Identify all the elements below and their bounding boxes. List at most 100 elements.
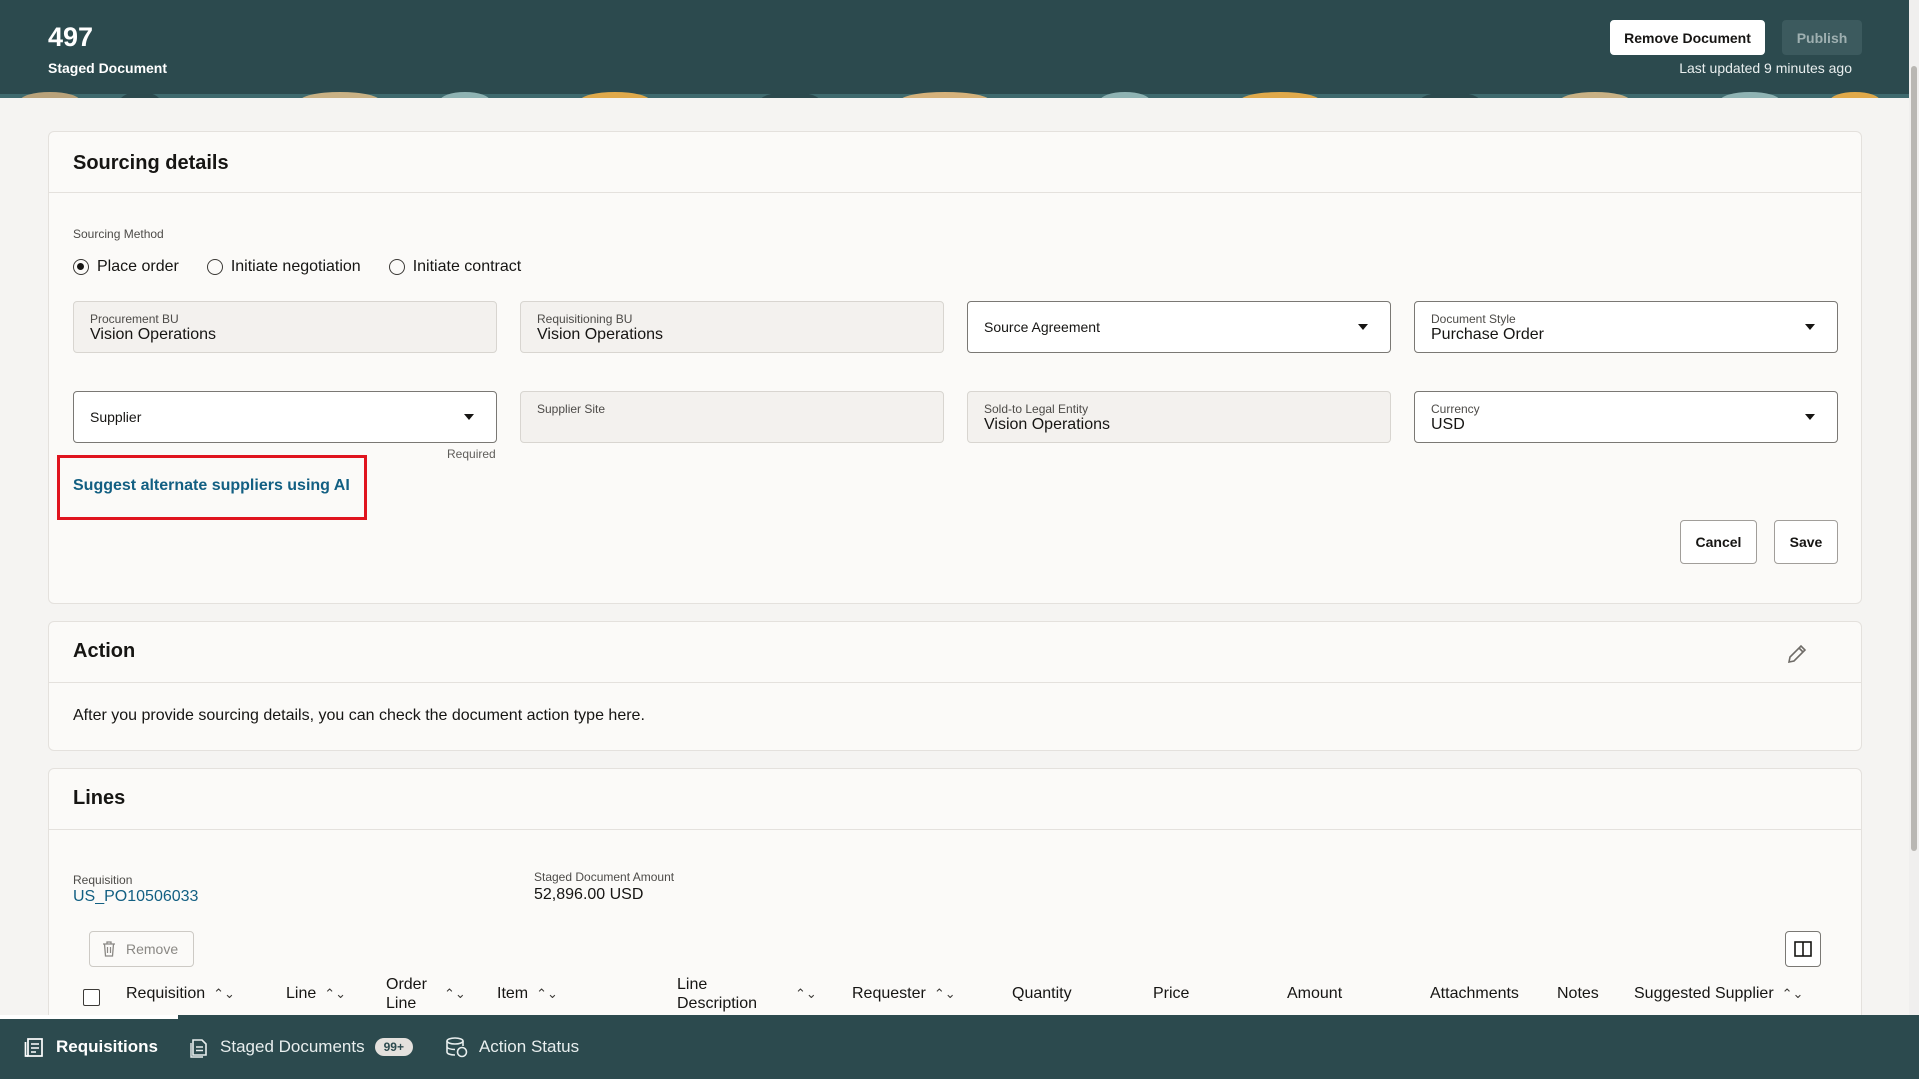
chevron-down-icon bbox=[1805, 414, 1815, 420]
columns-toggle-button[interactable] bbox=[1785, 931, 1821, 967]
pencil-icon[interactable] bbox=[1785, 642, 1809, 666]
radio-label: Place order bbox=[97, 258, 179, 275]
column-attachments: Attachments bbox=[1430, 985, 1519, 1003]
nav-label: Requisitions bbox=[56, 1037, 159, 1056]
sourcing-method-radio-group: Place order Initiate negotiation Initiat… bbox=[73, 258, 521, 276]
column-label: Attachments bbox=[1430, 985, 1519, 1002]
column-item[interactable]: Item ⌃⌄ bbox=[497, 985, 558, 1003]
header-decoration-shape bbox=[1100, 92, 1150, 98]
header-decoration-shape bbox=[900, 92, 990, 98]
scroll-thumb[interactable] bbox=[1911, 66, 1917, 851]
sort-icon: ⌃⌄ bbox=[213, 986, 235, 1001]
columns-icon bbox=[1794, 941, 1812, 957]
page-header: 497 Staged Document Remove Document Publ… bbox=[0, 0, 1909, 98]
action-description: After you provide sourcing details, you … bbox=[73, 707, 645, 724]
field-value: USD bbox=[1431, 416, 1465, 433]
sourcing-details-title: Sourcing details bbox=[73, 152, 229, 174]
lines-title: Lines bbox=[73, 787, 126, 809]
column-suggested-supplier[interactable]: Suggested Supplier ⌃⌄ bbox=[1634, 985, 1803, 1003]
lines-card: Lines Requisition US_PO10506033 Staged D… bbox=[48, 768, 1862, 1038]
sort-icon: ⌃⌄ bbox=[1781, 986, 1804, 1001]
field-label: Currency bbox=[1431, 402, 1480, 416]
save-button[interactable]: Save bbox=[1774, 520, 1838, 564]
header-decoration-shape bbox=[1830, 92, 1880, 98]
radio-checked-icon bbox=[73, 259, 89, 275]
last-updated-text: Last updated 9 minutes ago bbox=[1679, 60, 1852, 76]
field-value: Vision Operations bbox=[90, 326, 216, 343]
column-requester[interactable]: Requester ⌃⌄ bbox=[852, 985, 956, 1003]
supplier-site-field: Supplier Site bbox=[520, 391, 944, 443]
requisition-label: Requisition bbox=[73, 873, 133, 887]
header-decoration-shape bbox=[300, 92, 380, 98]
radio-initiate-contract[interactable]: Initiate contract bbox=[388, 258, 521, 276]
cancel-button[interactable]: Cancel bbox=[1680, 520, 1757, 564]
action-card: Action After you provide sourcing detail… bbox=[48, 621, 1862, 751]
header-decoration-shape bbox=[1560, 92, 1630, 98]
column-label: Price bbox=[1153, 985, 1190, 1002]
radio-place-order[interactable]: Place order bbox=[73, 258, 179, 276]
header-decoration-shape bbox=[1720, 92, 1780, 98]
chevron-down-icon bbox=[464, 414, 474, 420]
column-label: Notes bbox=[1557, 985, 1599, 1002]
field-label: Procurement BU bbox=[90, 312, 179, 326]
suggest-suppliers-ai-link[interactable]: Suggest alternate suppliers using AI bbox=[73, 477, 350, 495]
requisitions-icon bbox=[24, 1038, 43, 1057]
column-label: Amount bbox=[1287, 985, 1343, 1002]
publish-button[interactable]: Publish bbox=[1782, 20, 1862, 55]
column-label: Requester bbox=[852, 985, 926, 1002]
remove-document-button[interactable]: Remove Document bbox=[1610, 20, 1765, 55]
sort-icon: ⌃⌄ bbox=[795, 986, 817, 1001]
chevron-down-icon bbox=[1358, 324, 1368, 330]
document-number: 497 bbox=[48, 22, 94, 52]
page-scrollbar[interactable] bbox=[1909, 0, 1919, 1015]
column-label: Item bbox=[497, 985, 529, 1002]
radio-initiate-negotiation[interactable]: Initiate negotiation bbox=[206, 258, 361, 276]
column-line[interactable]: Line ⌃⌄ bbox=[286, 985, 346, 1003]
currency-select[interactable]: Currency USD bbox=[1414, 391, 1838, 443]
field-value: Purchase Order bbox=[1431, 326, 1544, 343]
card-divider bbox=[49, 192, 1861, 193]
legal-entity-field: Sold-to Legal Entity Vision Operations bbox=[967, 391, 1391, 443]
field-label: Sold-to Legal Entity bbox=[984, 402, 1089, 416]
column-label: Quantity bbox=[1012, 985, 1072, 1002]
field-value: Vision Operations bbox=[984, 416, 1110, 433]
trash-icon bbox=[103, 941, 115, 957]
column-order-line[interactable]: Order Line ⌃⌄ bbox=[386, 975, 466, 1013]
column-amount: Amount bbox=[1287, 985, 1342, 1003]
header-decoration-shape bbox=[760, 92, 820, 98]
column-line-description[interactable]: Line Description ⌃⌄ bbox=[677, 975, 817, 1013]
nav-requisitions[interactable]: Requisitions bbox=[0, 1015, 179, 1079]
column-requisition[interactable]: Requisition ⌃⌄ bbox=[126, 985, 235, 1003]
procurement-bu-field: Procurement BU Vision Operations bbox=[73, 301, 497, 353]
chevron-down-icon bbox=[1805, 324, 1815, 330]
sourcing-method-label: Sourcing Method bbox=[73, 227, 164, 241]
field-label: Document Style bbox=[1431, 312, 1516, 326]
nav-action-status[interactable]: Action Status bbox=[445, 1015, 599, 1079]
staged-amount-value: 52,896.00 USD bbox=[534, 886, 644, 903]
header-decoration-shape bbox=[120, 92, 160, 98]
header-decoration-shape bbox=[1240, 92, 1320, 98]
column-label: Line Description bbox=[677, 976, 758, 1012]
column-notes: Notes bbox=[1557, 985, 1599, 1003]
column-price: Price bbox=[1153, 985, 1189, 1003]
sort-icon: ⌃⌄ bbox=[536, 986, 558, 1001]
nav-label: Staged Documents bbox=[220, 1037, 365, 1056]
nav-staged-documents[interactable]: Staged Documents 99+ bbox=[190, 1015, 433, 1079]
sort-icon: ⌃⌄ bbox=[324, 986, 347, 1001]
document-style-select[interactable]: Document Style Purchase Order bbox=[1414, 301, 1838, 353]
requisition-link[interactable]: US_PO10506033 bbox=[73, 888, 198, 906]
source-agreement-select[interactable]: Source Agreement bbox=[967, 301, 1391, 353]
column-label: Requisition bbox=[126, 985, 206, 1002]
radio-unchecked-icon bbox=[206, 259, 223, 275]
select-all-checkbox[interactable] bbox=[83, 989, 100, 1006]
column-label: Line bbox=[286, 985, 317, 1002]
field-label: Requisitioning BU bbox=[537, 312, 633, 326]
nav-label: Action Status bbox=[478, 1037, 580, 1056]
remove-label: Remove bbox=[126, 941, 179, 957]
requisitioning-bu-field: Requisitioning BU Vision Operations bbox=[520, 301, 944, 353]
supplier-select[interactable]: Supplier bbox=[73, 391, 497, 443]
staged-count-badge: 99+ bbox=[374, 1038, 413, 1056]
field-placeholder: Source Agreement bbox=[984, 319, 1100, 335]
remove-lines-button[interactable]: Remove bbox=[89, 931, 194, 967]
card-divider bbox=[49, 682, 1861, 683]
